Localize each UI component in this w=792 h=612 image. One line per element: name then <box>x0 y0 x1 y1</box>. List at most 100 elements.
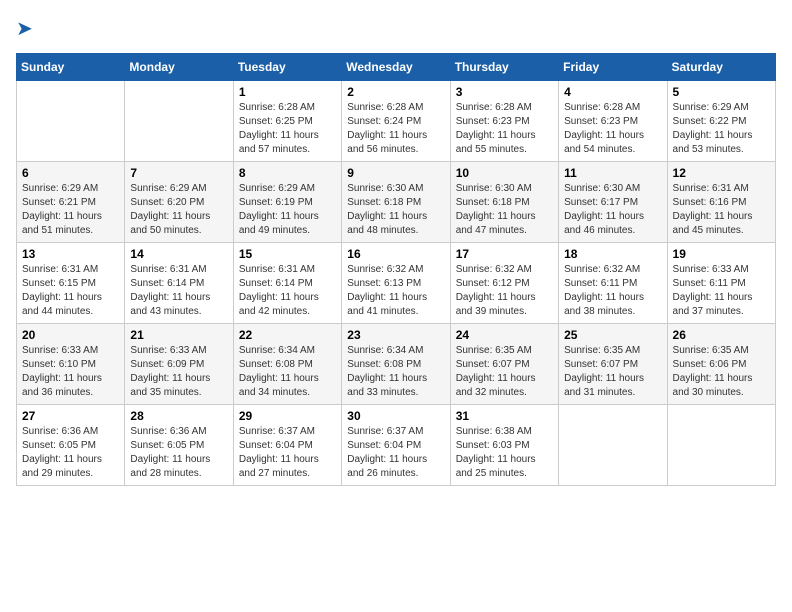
day-number: 6 <box>22 166 119 180</box>
weekday-header: Sunday <box>17 54 125 81</box>
day-info: Sunrise: 6:33 AMSunset: 6:09 PMDaylight:… <box>130 344 227 400</box>
calendar-cell: 28 Sunrise: 6:36 AMSunset: 6:05 PMDayligh… <box>125 405 233 486</box>
day-number: 23 <box>347 328 444 342</box>
calendar-cell: 24 Sunrise: 6:35 AMSunset: 6:07 PMDayligh… <box>450 324 558 405</box>
day-number: 15 <box>239 247 336 261</box>
day-number: 30 <box>347 409 444 423</box>
calendar-cell: 8Sunrise: 6:29 AMSunset: 6:19 PMDaylight… <box>233 162 341 243</box>
day-info: Sunrise: 6:28 AMSunset: 6:23 PMDaylight:… <box>564 101 661 157</box>
calendar-cell: 2Sunrise: 6:28 AMSunset: 6:24 PMDaylight… <box>342 81 450 162</box>
calendar-cell: 13 Sunrise: 6:31 AMSunset: 6:15 PMDayligh… <box>17 243 125 324</box>
day-info: Sunrise: 6:38 AMSunset: 6:03 PMDaylight:… <box>456 425 553 481</box>
weekday-header: Friday <box>559 54 667 81</box>
day-number: 31 <box>456 409 553 423</box>
day-info: Sunrise: 6:33 AMSunset: 6:10 PMDaylight:… <box>22 344 119 400</box>
calendar-cell: 29 Sunrise: 6:37 AMSunset: 6:04 PMDayligh… <box>233 405 341 486</box>
logo-text: ➤ <box>16 16 33 41</box>
calendar-cell <box>559 405 667 486</box>
calendar-header-row: SundayMondayTuesdayWednesdayThursdayFrid… <box>17 54 776 81</box>
day-info: Sunrise: 6:32 AMSunset: 6:11 PMDaylight:… <box>564 263 661 319</box>
calendar-cell: 14 Sunrise: 6:31 AMSunset: 6:14 PMDayligh… <box>125 243 233 324</box>
calendar-cell: 25Sunrise: 6:35 AMSunset: 6:07 PMDayligh… <box>559 324 667 405</box>
calendar-cell: 19 Sunrise: 6:33 AMSunset: 6:11 PMDayligh… <box>667 243 775 324</box>
day-number: 5 <box>673 85 770 99</box>
day-number: 16 <box>347 247 444 261</box>
day-number: 13 <box>22 247 119 261</box>
day-number: 25 <box>564 328 661 342</box>
day-number: 22 <box>239 328 336 342</box>
calendar-cell: 18 Sunrise: 6:32 AMSunset: 6:11 PMDayligh… <box>559 243 667 324</box>
day-number: 26 <box>673 328 770 342</box>
day-number: 7 <box>130 166 227 180</box>
day-info: Sunrise: 6:35 AMSunset: 6:06 PMDaylight:… <box>673 344 770 400</box>
calendar-cell: 5 Sunrise: 6:29 AMSunset: 6:22 PMDaylight… <box>667 81 775 162</box>
day-number: 24 <box>456 328 553 342</box>
day-info: Sunrise: 6:28 AMSunset: 6:25 PMDaylight:… <box>239 101 336 157</box>
day-number: 27 <box>22 409 119 423</box>
calendar-cell: 12Sunrise: 6:31 AMSunset: 6:16 PMDayligh… <box>667 162 775 243</box>
day-info: Sunrise: 6:31 AMSunset: 6:14 PMDaylight:… <box>130 263 227 319</box>
calendar-cell: 6 Sunrise: 6:29 AMSunset: 6:21 PMDaylight… <box>17 162 125 243</box>
weekday-header: Wednesday <box>342 54 450 81</box>
day-number: 29 <box>239 409 336 423</box>
day-info: Sunrise: 6:36 AMSunset: 6:05 PMDaylight:… <box>130 425 227 481</box>
day-number: 20 <box>22 328 119 342</box>
day-info: Sunrise: 6:34 AMSunset: 6:08 PMDaylight:… <box>239 344 336 400</box>
calendar-cell <box>17 81 125 162</box>
day-info: Sunrise: 6:32 AMSunset: 6:13 PMDaylight:… <box>347 263 444 319</box>
day-number: 17 <box>456 247 553 261</box>
day-info: Sunrise: 6:28 AMSunset: 6:23 PMDaylight:… <box>456 101 553 157</box>
day-number: 19 <box>673 247 770 261</box>
calendar-cell: 22 Sunrise: 6:34 AMSunset: 6:08 PMDayligh… <box>233 324 341 405</box>
day-number: 21 <box>130 328 227 342</box>
day-info: Sunrise: 6:29 AMSunset: 6:22 PMDaylight:… <box>673 101 770 157</box>
day-number: 9 <box>347 166 444 180</box>
logo: ➤ <box>16 16 33 41</box>
day-number: 14 <box>130 247 227 261</box>
calendar-cell: 17Sunrise: 6:32 AMSunset: 6:12 PMDayligh… <box>450 243 558 324</box>
calendar-cell: 26 Sunrise: 6:35 AMSunset: 6:06 PMDayligh… <box>667 324 775 405</box>
calendar-cell: 16 Sunrise: 6:32 AMSunset: 6:13 PMDayligh… <box>342 243 450 324</box>
calendar-cell: 4 Sunrise: 6:28 AMSunset: 6:23 PMDaylight… <box>559 81 667 162</box>
calendar-cell: 10 Sunrise: 6:30 AMSunset: 6:18 PMDayligh… <box>450 162 558 243</box>
logo-bird-icon: ➤ <box>16 18 33 40</box>
calendar-cell: 23Sunrise: 6:34 AMSunset: 6:08 PMDayligh… <box>342 324 450 405</box>
day-number: 3 <box>456 85 553 99</box>
day-info: Sunrise: 6:33 AMSunset: 6:11 PMDaylight:… <box>673 263 770 319</box>
weekday-header: Tuesday <box>233 54 341 81</box>
day-number: 4 <box>564 85 661 99</box>
day-info: Sunrise: 6:30 AMSunset: 6:18 PMDaylight:… <box>347 182 444 238</box>
day-number: 10 <box>456 166 553 180</box>
calendar-cell <box>125 81 233 162</box>
weekday-header: Thursday <box>450 54 558 81</box>
calendar-week-row: 20 Sunrise: 6:33 AMSunset: 6:10 PMDayligh… <box>17 324 776 405</box>
day-info: Sunrise: 6:29 AMSunset: 6:19 PMDaylight:… <box>239 182 336 238</box>
calendar-cell: 1 Sunrise: 6:28 AMSunset: 6:25 PMDaylight… <box>233 81 341 162</box>
calendar-cell <box>667 405 775 486</box>
day-number: 28 <box>130 409 227 423</box>
calendar-week-row: 6 Sunrise: 6:29 AMSunset: 6:21 PMDaylight… <box>17 162 776 243</box>
calendar: SundayMondayTuesdayWednesdayThursdayFrid… <box>16 53 776 486</box>
day-number: 1 <box>239 85 336 99</box>
day-number: 11 <box>564 166 661 180</box>
calendar-cell: 27 Sunrise: 6:36 AMSunset: 6:05 PMDayligh… <box>17 405 125 486</box>
day-info: Sunrise: 6:37 AMSunset: 6:04 PMDaylight:… <box>239 425 336 481</box>
day-number: 18 <box>564 247 661 261</box>
calendar-cell: 11 Sunrise: 6:30 AMSunset: 6:17 PMDayligh… <box>559 162 667 243</box>
day-info: Sunrise: 6:28 AMSunset: 6:24 PMDaylight:… <box>347 101 444 157</box>
calendar-cell: 3 Sunrise: 6:28 AMSunset: 6:23 PMDaylight… <box>450 81 558 162</box>
day-info: Sunrise: 6:30 AMSunset: 6:18 PMDaylight:… <box>456 182 553 238</box>
calendar-cell: 9 Sunrise: 6:30 AMSunset: 6:18 PMDaylight… <box>342 162 450 243</box>
calendar-cell: 15Sunrise: 6:31 AMSunset: 6:14 PMDayligh… <box>233 243 341 324</box>
calendar-cell: 21 Sunrise: 6:33 AMSunset: 6:09 PMDayligh… <box>125 324 233 405</box>
calendar-week-row: 27 Sunrise: 6:36 AMSunset: 6:05 PMDayligh… <box>17 405 776 486</box>
day-info: Sunrise: 6:35 AMSunset: 6:07 PMDaylight:… <box>456 344 553 400</box>
calendar-week-row: 13 Sunrise: 6:31 AMSunset: 6:15 PMDayligh… <box>17 243 776 324</box>
calendar-cell: 20 Sunrise: 6:33 AMSunset: 6:10 PMDayligh… <box>17 324 125 405</box>
day-info: Sunrise: 6:31 AMSunset: 6:15 PMDaylight:… <box>22 263 119 319</box>
calendar-body: 1 Sunrise: 6:28 AMSunset: 6:25 PMDaylight… <box>17 81 776 486</box>
day-info: Sunrise: 6:36 AMSunset: 6:05 PMDaylight:… <box>22 425 119 481</box>
calendar-cell: 7Sunrise: 6:29 AMSunset: 6:20 PMDaylight… <box>125 162 233 243</box>
day-info: Sunrise: 6:29 AMSunset: 6:21 PMDaylight:… <box>22 182 119 238</box>
day-info: Sunrise: 6:30 AMSunset: 6:17 PMDaylight:… <box>564 182 661 238</box>
